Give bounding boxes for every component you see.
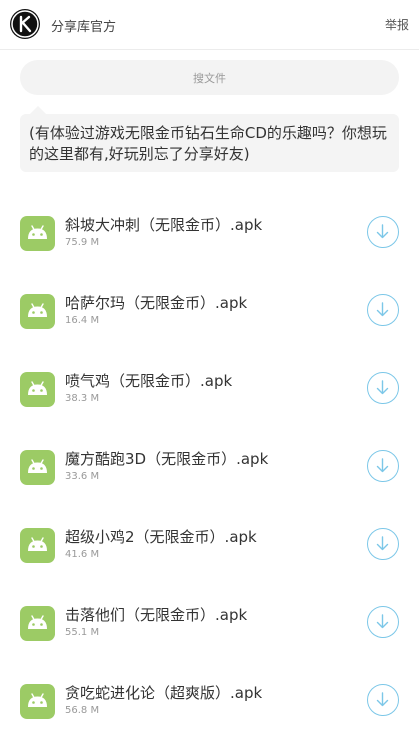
download-arrow-icon <box>376 302 389 317</box>
site-name: 分享库官方 <box>51 20 117 35</box>
report-link[interactable]: 举报 <box>385 16 409 33</box>
file-size: 55.1 M <box>65 627 100 638</box>
android-icon <box>20 294 55 329</box>
download-arrow-icon <box>376 692 389 707</box>
header: 分享库官方 举报 <box>0 0 419 50</box>
file-name: 魔方酷跑3D（无限金币）.apk <box>65 450 269 468</box>
download-button[interactable] <box>367 606 399 638</box>
android-icon <box>20 216 55 251</box>
download-button[interactable] <box>367 684 399 716</box>
file-item[interactable]: 魔方酷跑3D（无限金币）.apk 33.6 M <box>0 428 419 506</box>
logo-icon[interactable] <box>10 9 40 39</box>
file-size: 41.6 M <box>65 549 100 560</box>
page: 分享库官方 举报 搜文件 (有体验过游戏无限金币钻石生命CD的乐趣吗？你想玩的这… <box>0 0 419 749</box>
file-size: 16.4 M <box>65 315 100 326</box>
android-icon <box>20 528 55 563</box>
file-size: 56.8 M <box>65 705 100 716</box>
android-icon <box>20 372 55 407</box>
download-button[interactable] <box>367 528 399 560</box>
file-name: 喷气鸡（无限金币）.apk <box>65 372 233 390</box>
file-size: 38.3 M <box>65 393 100 404</box>
file-item[interactable]: 喷气鸡（无限金币）.apk 38.3 M <box>0 350 419 428</box>
file-name: 贪吃蛇进化论（超爽版）.apk <box>65 684 263 702</box>
file-size: 33.6 M <box>65 471 100 482</box>
search-input[interactable]: 搜文件 <box>20 60 399 95</box>
file-item[interactable]: 斜坡大冲刺（无限金币）.apk 75.9 M <box>0 194 419 272</box>
download-arrow-icon <box>376 380 389 395</box>
download-arrow-icon <box>376 536 389 551</box>
file-name: 斜坡大冲刺（无限金币）.apk <box>65 216 263 234</box>
file-name: 哈萨尔玛（无限金币）.apk <box>65 294 248 312</box>
download-button[interactable] <box>367 216 399 248</box>
android-icon <box>20 606 55 641</box>
file-name: 击落他们（无限金币）.apk <box>65 606 248 624</box>
file-item[interactable]: 哈萨尔玛（无限金币）.apk 16.4 M <box>0 272 419 350</box>
download-arrow-icon <box>376 614 389 629</box>
file-item[interactable]: 贪吃蛇进化论（超爽版）.apk 56.8 M <box>0 662 419 740</box>
search-placeholder: 搜文件 <box>193 71 226 85</box>
message-bubble: (有体验过游戏无限金币钻石生命CD的乐趣吗？你想玩的这里都有,好玩别忘了分享好友… <box>20 106 399 172</box>
file-item[interactable]: 击落他们（无限金币）.apk 55.1 M <box>0 584 419 662</box>
file-list: 斜坡大冲刺（无限金币）.apk 75.9 M 哈萨尔玛（无限金币）.apk 16… <box>0 194 419 740</box>
download-button[interactable] <box>367 450 399 482</box>
android-icon <box>20 450 55 485</box>
download-arrow-icon <box>376 458 389 473</box>
download-arrow-icon <box>376 224 389 239</box>
file-size: 75.9 M <box>65 237 100 248</box>
file-item[interactable]: 超级小鸡2（无限金币）.apk 41.6 M <box>0 506 419 584</box>
download-button[interactable] <box>367 294 399 326</box>
file-name: 超级小鸡2（无限金币）.apk <box>65 528 257 546</box>
android-icon <box>20 684 55 719</box>
download-button[interactable] <box>367 372 399 404</box>
